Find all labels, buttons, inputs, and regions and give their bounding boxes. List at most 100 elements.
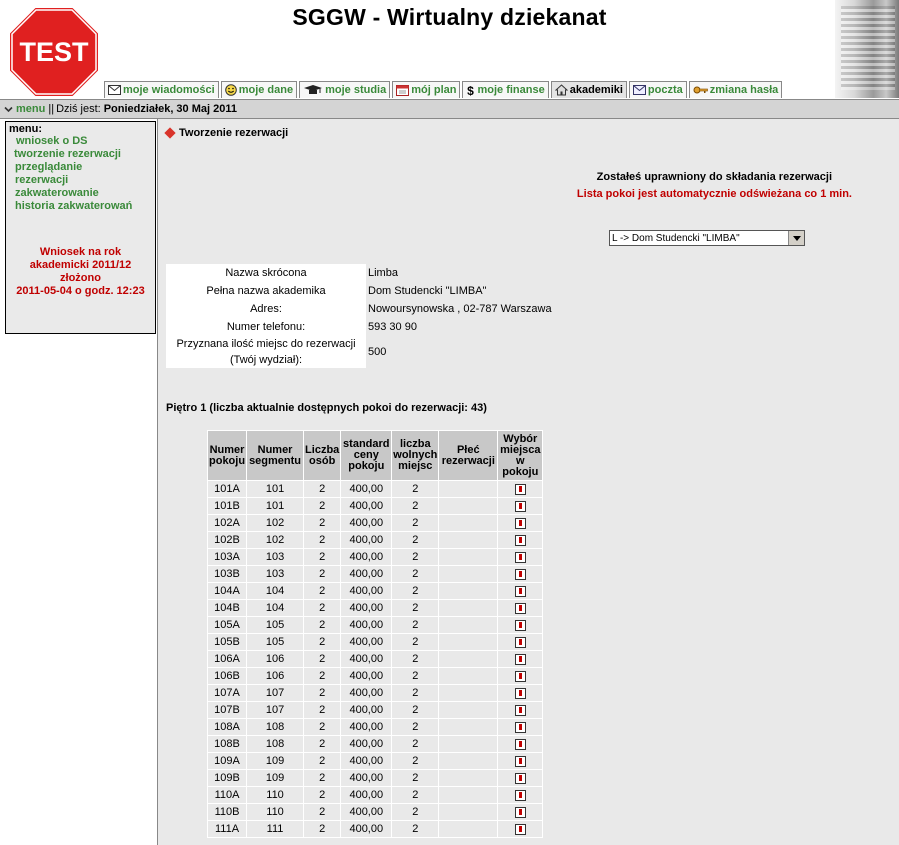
table-cell: 2 — [392, 787, 439, 803]
table-cell: 2 — [392, 719, 439, 735]
select-place-icon[interactable] — [514, 619, 526, 631]
table-cell: 104 — [247, 583, 304, 599]
menu-toggle[interactable]: menu — [16, 103, 45, 115]
table-row: 108B 108 2 400,00 2 — [208, 736, 543, 752]
table-cell: 2 — [304, 719, 341, 735]
tab-zmiana-hasla[interactable]: zmiana hasła — [688, 81, 783, 98]
table-row: 110B 110 2 400,00 2 — [208, 804, 543, 820]
select-place-icon[interactable] — [514, 653, 526, 665]
select-place-icon[interactable] — [514, 755, 526, 767]
table-cell: 110A — [208, 787, 247, 803]
tab-moj-plan[interactable]: mój plan — [392, 81, 461, 98]
select-place-icon[interactable] — [514, 704, 526, 716]
table-cell: 109 — [247, 770, 304, 786]
table-row: 111A 111 2 400,00 2 — [208, 821, 543, 837]
select-place-cell — [498, 736, 543, 752]
svg-text:$: $ — [468, 84, 475, 97]
table-cell: 107 — [247, 685, 304, 701]
select-place-icon[interactable] — [514, 823, 526, 835]
tab-moje-studia[interactable]: moje studia — [299, 81, 391, 98]
table-cell — [439, 600, 498, 616]
table-cell — [439, 634, 498, 650]
tab-label: moje wiadomości — [123, 84, 215, 96]
table-cell: 400,00 — [341, 719, 392, 735]
select-place-icon[interactable] — [514, 636, 526, 648]
tab-label: akademiki — [569, 84, 623, 96]
table-cell: 111A — [208, 821, 247, 837]
select-place-icon[interactable] — [514, 687, 526, 699]
table-cell: 400,00 — [341, 821, 392, 837]
column-header: Liczba osób — [304, 431, 341, 480]
select-place-icon[interactable] — [514, 670, 526, 682]
select-place-icon[interactable] — [514, 806, 526, 818]
table-cell: 104A — [208, 583, 247, 599]
info-value: Nowoursynowska , 02-787 Warszawa — [368, 303, 552, 315]
select-place-cell — [498, 804, 543, 820]
table-cell: 2 — [304, 498, 341, 514]
section-title: Tworzenie rezerwacji — [164, 127, 288, 139]
tab-poczta[interactable]: poczta — [628, 81, 687, 98]
table-cell: 106 — [247, 668, 304, 684]
tab-moje-dane[interactable]: moje dane — [220, 81, 298, 98]
table-row: 110A 110 2 400,00 2 — [208, 787, 543, 803]
table-cell — [439, 719, 498, 735]
dropdown-arrow-icon[interactable] — [788, 231, 804, 245]
sidebar-item-zakwaterowanie[interactable]: zakwaterowanie — [15, 187, 155, 200]
info-row: Pełna nazwa akademika Dom Studencki "LIM… — [166, 282, 552, 300]
select-place-cell — [498, 753, 543, 769]
select-place-cell — [498, 668, 543, 684]
select-place-icon[interactable] — [514, 602, 526, 614]
table-cell: 2 — [304, 685, 341, 701]
sidebar-item-wniosek[interactable]: wniosek o DS — [16, 135, 155, 148]
sidebar-item-przegladanie-rezerwacji[interactable]: przeglądanie rezerwacji — [15, 161, 105, 187]
table-cell: 2 — [304, 515, 341, 531]
column-header: Wybór miejsca w pokoju — [498, 431, 543, 480]
table-cell: 400,00 — [341, 532, 392, 548]
select-place-icon[interactable] — [514, 585, 526, 597]
table-cell: 2 — [304, 583, 341, 599]
chevron-down-icon[interactable] — [4, 105, 13, 114]
tab-moje-wiadomosci[interactable]: moje wiadomości — [104, 81, 219, 98]
table-cell: 2 — [392, 583, 439, 599]
table-cell: 400,00 — [341, 600, 392, 616]
table-cell — [439, 617, 498, 633]
table-cell: 2 — [304, 787, 341, 803]
select-place-icon[interactable] — [514, 568, 526, 580]
select-place-icon[interactable] — [514, 721, 526, 733]
sidebar-item-tworzenie-rezerwacji[interactable]: tworzenie rezerwacji — [14, 148, 155, 161]
table-cell: 106 — [247, 651, 304, 667]
table-cell: 103 — [247, 549, 304, 565]
select-place-cell — [498, 821, 543, 837]
tab-akademiki[interactable]: akademiki — [550, 81, 627, 98]
nav-bar: menu || Dziś jest: Poniedziałek, 30 Maj … — [0, 99, 899, 119]
table-row: 107B 107 2 400,00 2 — [208, 702, 543, 718]
select-place-icon[interactable] — [514, 772, 526, 784]
table-cell: 400,00 — [341, 736, 392, 752]
select-place-icon[interactable] — [514, 483, 526, 495]
building-photo — [835, 0, 899, 98]
table-row: 103A 103 2 400,00 2 — [208, 549, 543, 565]
table-cell — [439, 736, 498, 752]
tab-label: moje finanse — [477, 84, 545, 96]
select-place-icon[interactable] — [514, 551, 526, 563]
current-date: Poniedziałek, 30 Maj 2011 — [103, 103, 237, 115]
select-place-icon[interactable] — [514, 738, 526, 750]
table-cell: 106A — [208, 651, 247, 667]
select-place-cell — [498, 617, 543, 633]
table-row: 101A 101 2 400,00 2 — [208, 481, 543, 497]
info-value: 593 30 90 — [368, 321, 417, 333]
table-row: 105A 105 2 400,00 2 — [208, 617, 543, 633]
tab-moje-finanse[interactable]: $ moje finanse — [462, 81, 549, 98]
select-place-icon[interactable] — [514, 534, 526, 546]
select-place-cell — [498, 583, 543, 599]
sidebar-item-historia[interactable]: historia zakwaterowań — [15, 200, 155, 213]
select-place-icon[interactable] — [514, 789, 526, 801]
table-cell — [439, 481, 498, 497]
select-place-cell — [498, 600, 543, 616]
calendar-icon — [396, 85, 410, 96]
select-place-icon[interactable] — [514, 500, 526, 512]
column-header: Płeć rezerwacji — [439, 431, 498, 480]
info-value: Limba — [368, 267, 398, 279]
select-place-icon[interactable] — [514, 517, 526, 529]
dormitory-select[interactable]: L -> Dom Studencki "LIMBA" — [609, 230, 805, 246]
